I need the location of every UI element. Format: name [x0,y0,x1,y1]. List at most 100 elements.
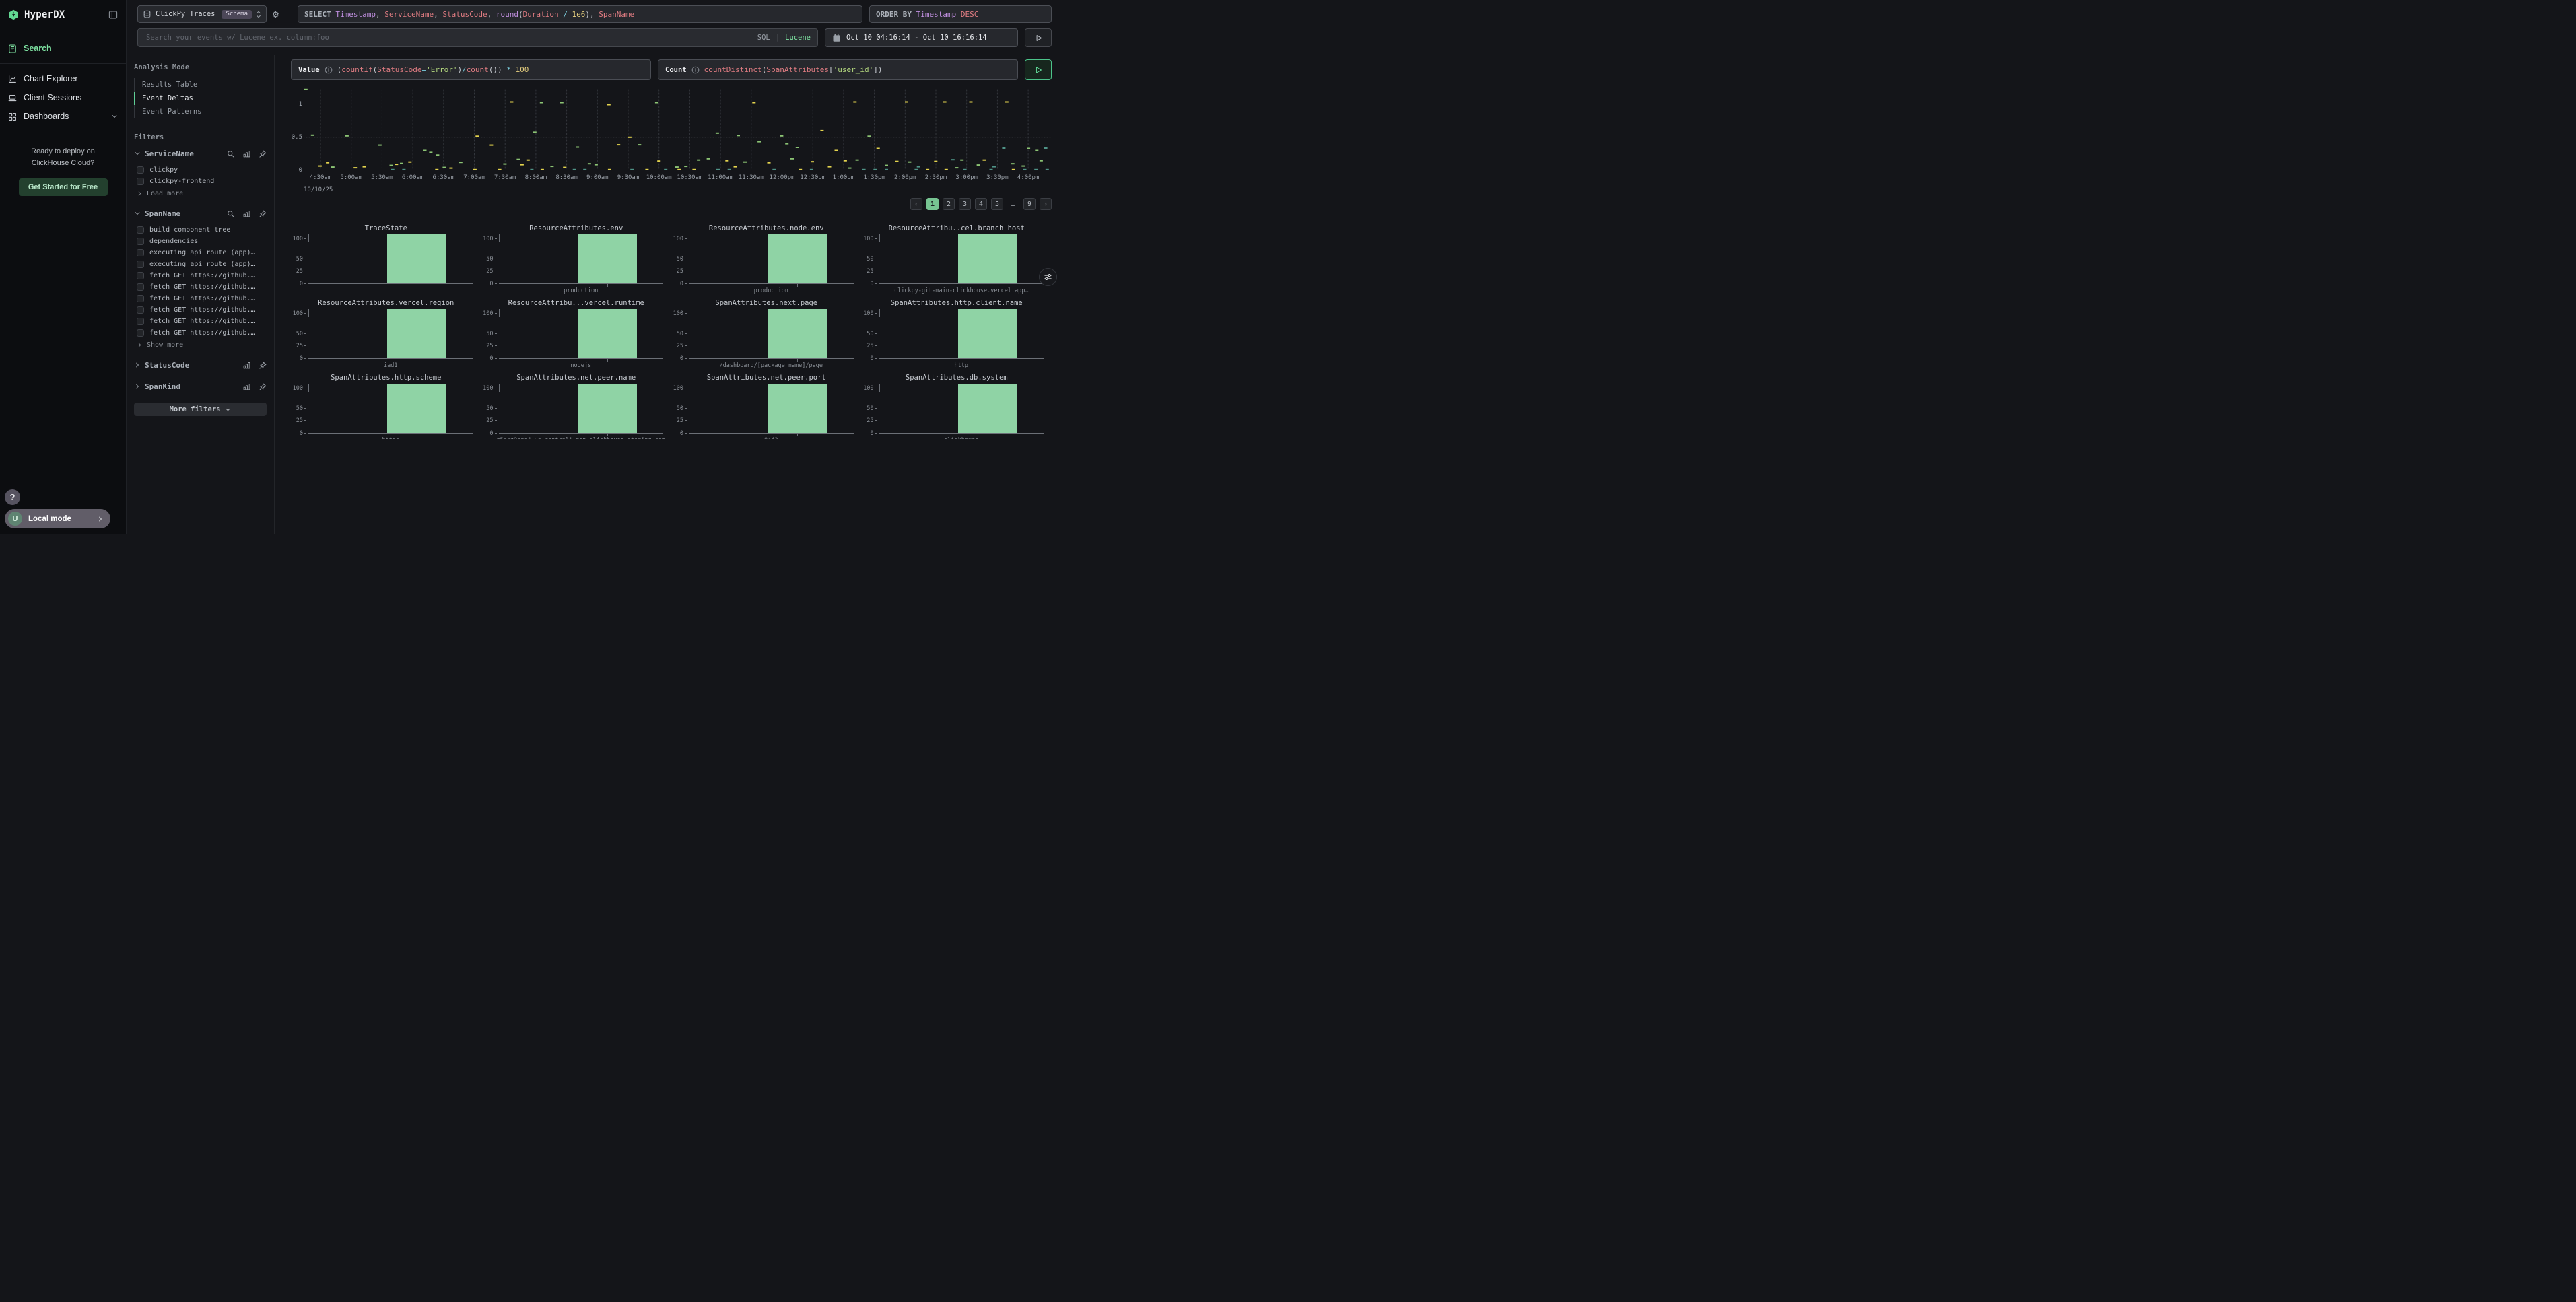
filter-group-header-spankind[interactable]: SpanKind [134,381,267,392]
pin-icon[interactable] [259,362,267,369]
histogram-bar[interactable] [578,234,637,283]
checkbox[interactable] [137,295,144,302]
histogram-bar[interactable] [578,309,637,358]
filter-item[interactable]: clickpy-frontend [134,176,267,187]
histogram-cell[interactable]: ResourceAttributes.node.env10050250produ… [671,219,862,294]
filter-group-header-statuscode[interactable]: StatusCode [134,359,267,370]
histogram-bar[interactable] [387,384,446,433]
local-mode-menu[interactable]: U Local mode [5,509,110,528]
filter-item[interactable]: fetch GET https://github.… [134,293,267,304]
histogram-bar[interactable] [768,309,827,358]
gear-icon[interactable]: ⚙ [273,9,279,20]
mode-toggle-sql[interactable]: SQL [757,34,770,42]
schema-badge[interactable]: Schema [222,10,252,19]
histogram-bar[interactable] [387,309,446,358]
page-button-9[interactable]: 9 [1023,198,1036,210]
more-filters-button[interactable]: More filters [134,403,267,416]
search-icon[interactable] [227,210,234,217]
analysis-mode-event-patterns[interactable]: Event Patterns [134,105,267,118]
sidebar-item-search[interactable]: Search [0,39,126,58]
page-button-2[interactable]: 2 [943,198,955,210]
value-expression-input[interactable]: Value (countIf(StatusCode='Error')/count… [291,59,651,80]
histogram-cell[interactable]: SpanAttributes.http.client.name10050250h… [862,294,1052,369]
select-expression-input[interactable]: SELECT Timestamp, ServiceName, StatusCod… [298,5,862,23]
page-button-4[interactable]: 4 [975,198,987,210]
histogram-cell[interactable]: SpanAttributes.next.page10050250/dashboa… [671,294,862,369]
sidebar-collapse-icon[interactable] [108,10,118,20]
pin-icon[interactable] [259,150,267,158]
checkbox[interactable] [137,329,144,337]
pin-icon[interactable] [259,210,267,217]
checkbox[interactable] [137,272,144,279]
chart-icon[interactable] [243,210,250,217]
chart-icon[interactable] [243,362,250,369]
sidebar-item-client-sessions[interactable]: Client Sessions [0,88,126,107]
checkbox[interactable] [137,261,144,268]
run-analysis-button[interactable] [1025,59,1052,80]
search-input[interactable] [145,33,752,42]
show-more-link[interactable]: Show more [134,339,267,349]
histogram-cell[interactable]: TraceState10050250 [291,219,481,294]
chart-icon[interactable] [243,383,250,390]
histogram-cell[interactable]: SpanAttributes.net.peer.name10050250z5nr… [481,369,672,439]
filter-item[interactable]: dependencies [134,236,267,247]
histogram-cell[interactable]: SpanAttributes.http.scheme10050250https [291,369,481,439]
checkbox[interactable] [137,283,144,291]
pin-icon[interactable] [259,383,267,390]
histogram-cell[interactable]: SpanAttributes.net.peer.port100502508443 [671,369,862,439]
page-prev-button[interactable]: ‹ [910,198,922,210]
chart-icon[interactable] [243,150,250,158]
timeseries-plot[interactable] [304,88,1052,170]
filter-item[interactable]: executing api route (app)… [134,259,267,270]
run-query-button[interactable] [1025,28,1052,47]
search-icon[interactable] [227,150,234,158]
histogram-bar[interactable] [387,234,446,283]
filter-group-header-spanname[interactable]: SpanName [134,208,267,219]
filter-item[interactable]: executing api route (app)… [134,247,267,259]
help-button[interactable]: ? [5,489,20,505]
page-button-3[interactable]: 3 [959,198,971,210]
page-button-1[interactable]: 1 [926,198,939,210]
histogram-cell[interactable]: SpanAttributes.db.system10050250clickhou… [862,369,1052,439]
histogram-bar[interactable] [768,234,827,283]
checkbox[interactable] [137,238,144,245]
source-selector[interactable]: ClickPy Traces Schema [137,5,267,23]
checkbox[interactable] [137,306,144,314]
order-by-input[interactable]: ORDER BY Timestamp DESC [869,5,1052,23]
histogram-bar[interactable] [578,384,637,433]
search-bar[interactable]: SQL | Lucene [137,28,818,47]
histogram-bar[interactable] [768,384,827,433]
sidebar-item-dashboards[interactable]: Dashboards [0,107,126,126]
load-more-link[interactable]: Load more [134,187,267,197]
histogram-cell[interactable]: ResourceAttributes.vercel.region10050250… [291,294,481,369]
count-expression-input[interactable]: Count countDistinct(SpanAttributes['user… [658,59,1018,80]
filter-item[interactable]: fetch GET https://github.… [134,316,267,327]
get-started-button[interactable]: Get Started for Free [19,178,108,196]
histogram-bar[interactable] [958,234,1017,283]
histogram-bar[interactable] [958,384,1017,433]
checkbox[interactable] [137,166,144,174]
filter-item[interactable]: fetch GET https://github.… [134,304,267,316]
checkbox[interactable] [137,178,144,185]
filter-item[interactable]: fetch GET https://github.… [134,270,267,281]
filter-item[interactable]: fetch GET https://github.… [134,281,267,293]
checkbox[interactable] [137,318,144,325]
analysis-mode-results-table[interactable]: Results Table [134,78,267,92]
histogram-cell[interactable]: ResourceAttribu...vercel.runtime10050250… [481,294,672,369]
filter-item[interactable]: fetch GET https://github.… [134,327,267,339]
filter-group-header-servicename[interactable]: ServiceName [134,148,267,159]
mode-toggle-lucene[interactable]: Lucene [785,34,811,42]
page-button-5[interactable]: 5 [991,198,1003,210]
chart-settings-fab[interactable] [1039,268,1057,286]
analysis-mode-event-deltas[interactable]: Event Deltas [134,92,267,105]
checkbox[interactable] [137,249,144,256]
histogram-cell[interactable]: ResourceAttributes.env10050250production [481,219,672,294]
page-next-button[interactable]: › [1040,198,1052,210]
checkbox[interactable] [137,226,144,234]
histogram-cell[interactable]: ResourceAttribu..cel.branch_host10050250… [862,219,1052,294]
histogram-bar[interactable] [958,309,1017,358]
filter-item[interactable]: clickpy [134,164,267,176]
sidebar-item-chart-explorer[interactable]: Chart Explorer [0,69,126,88]
date-range-picker[interactable]: Oct 10 04:16:14 - Oct 10 16:16:14 [825,28,1018,47]
filter-item[interactable]: build component tree [134,224,267,236]
